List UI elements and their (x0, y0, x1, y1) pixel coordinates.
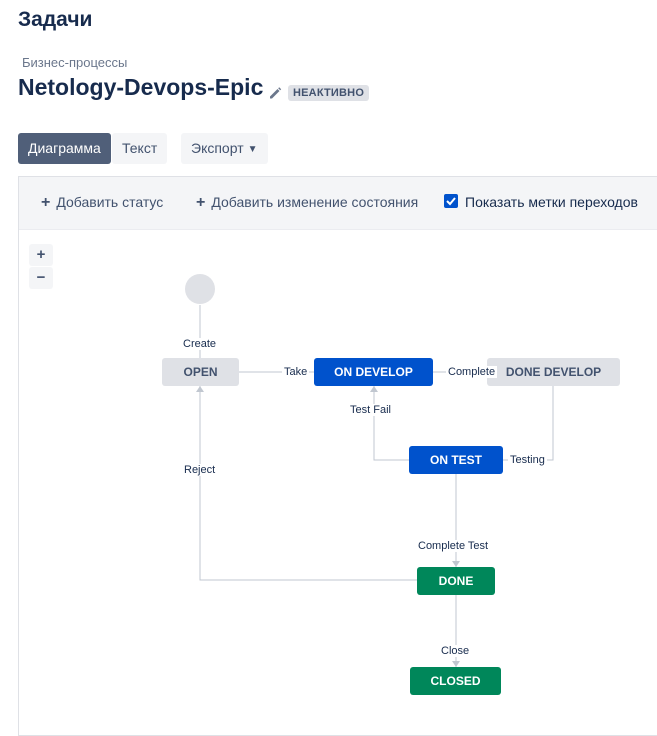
testing-line (503, 386, 554, 461)
arrow-head (196, 386, 204, 392)
transition-label-close[interactable]: Close (439, 645, 472, 657)
transition-label-create[interactable]: Create (181, 338, 219, 350)
start-node (185, 274, 215, 304)
test-fail-line (373, 386, 409, 461)
arrow-head (370, 386, 378, 392)
transition-label-reject[interactable]: Reject (182, 464, 218, 476)
transition-label-complete[interactable]: Complete (446, 366, 498, 378)
status-on-develop[interactable]: ON DEVELOP (314, 358, 433, 386)
status-on-test[interactable]: ON TEST (409, 446, 503, 474)
status-done-develop[interactable]: DONE DEVELOP (487, 358, 620, 386)
transition-label-take[interactable]: Take (282, 366, 310, 378)
status-open[interactable]: OPEN (162, 358, 239, 386)
transition-label-test-fail[interactable]: Test Fail (348, 404, 393, 416)
status-done[interactable]: DONE (417, 567, 495, 595)
transition-label-complete-test[interactable]: Complete Test (416, 540, 491, 552)
status-closed[interactable]: CLOSED (410, 667, 501, 695)
transition-label-testing[interactable]: Testing (508, 454, 547, 466)
